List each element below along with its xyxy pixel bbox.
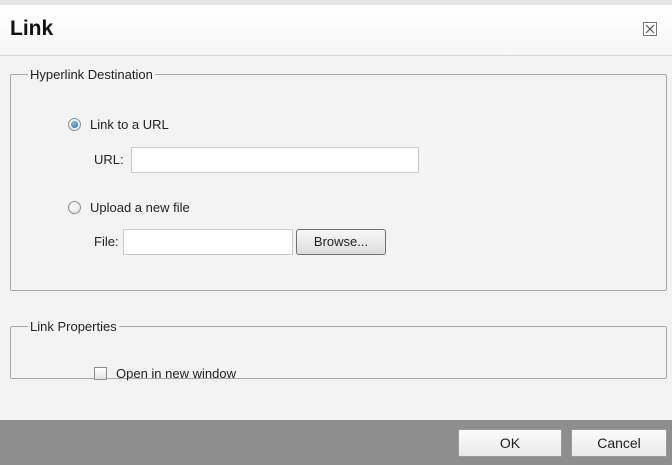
url-label: URL: [94,152,124,167]
upload-file-radio[interactable] [68,201,81,214]
open-new-window-option[interactable]: Open in new window [94,366,236,381]
open-new-window-checkbox[interactable] [94,367,107,380]
dialog-title: Link [10,17,54,40]
browse-button[interactable]: Browse... [296,229,386,255]
title-bar: Link [0,0,672,56]
open-new-window-label: Open in new window [116,366,236,381]
file-label: File: [94,234,119,249]
link-to-url-radio[interactable] [68,118,81,131]
link-dialog: Link Hyperlink Destination Link to a URL… [0,0,672,465]
close-icon[interactable] [643,22,657,36]
url-input[interactable] [131,147,419,173]
hyperlink-destination-legend: Hyperlink Destination [30,67,153,82]
upload-file-option[interactable]: Upload a new file [68,200,190,215]
title-divider [0,55,672,56]
ok-button[interactable]: OK [458,429,562,457]
link-to-url-option[interactable]: Link to a URL [68,117,169,132]
hyperlink-destination-group: Hyperlink Destination [10,67,667,291]
cancel-button[interactable]: Cancel [571,429,667,457]
link-properties-legend: Link Properties [30,319,117,334]
link-to-url-label: Link to a URL [90,117,169,132]
upload-file-label: Upload a new file [90,200,190,215]
file-input[interactable] [123,229,293,255]
